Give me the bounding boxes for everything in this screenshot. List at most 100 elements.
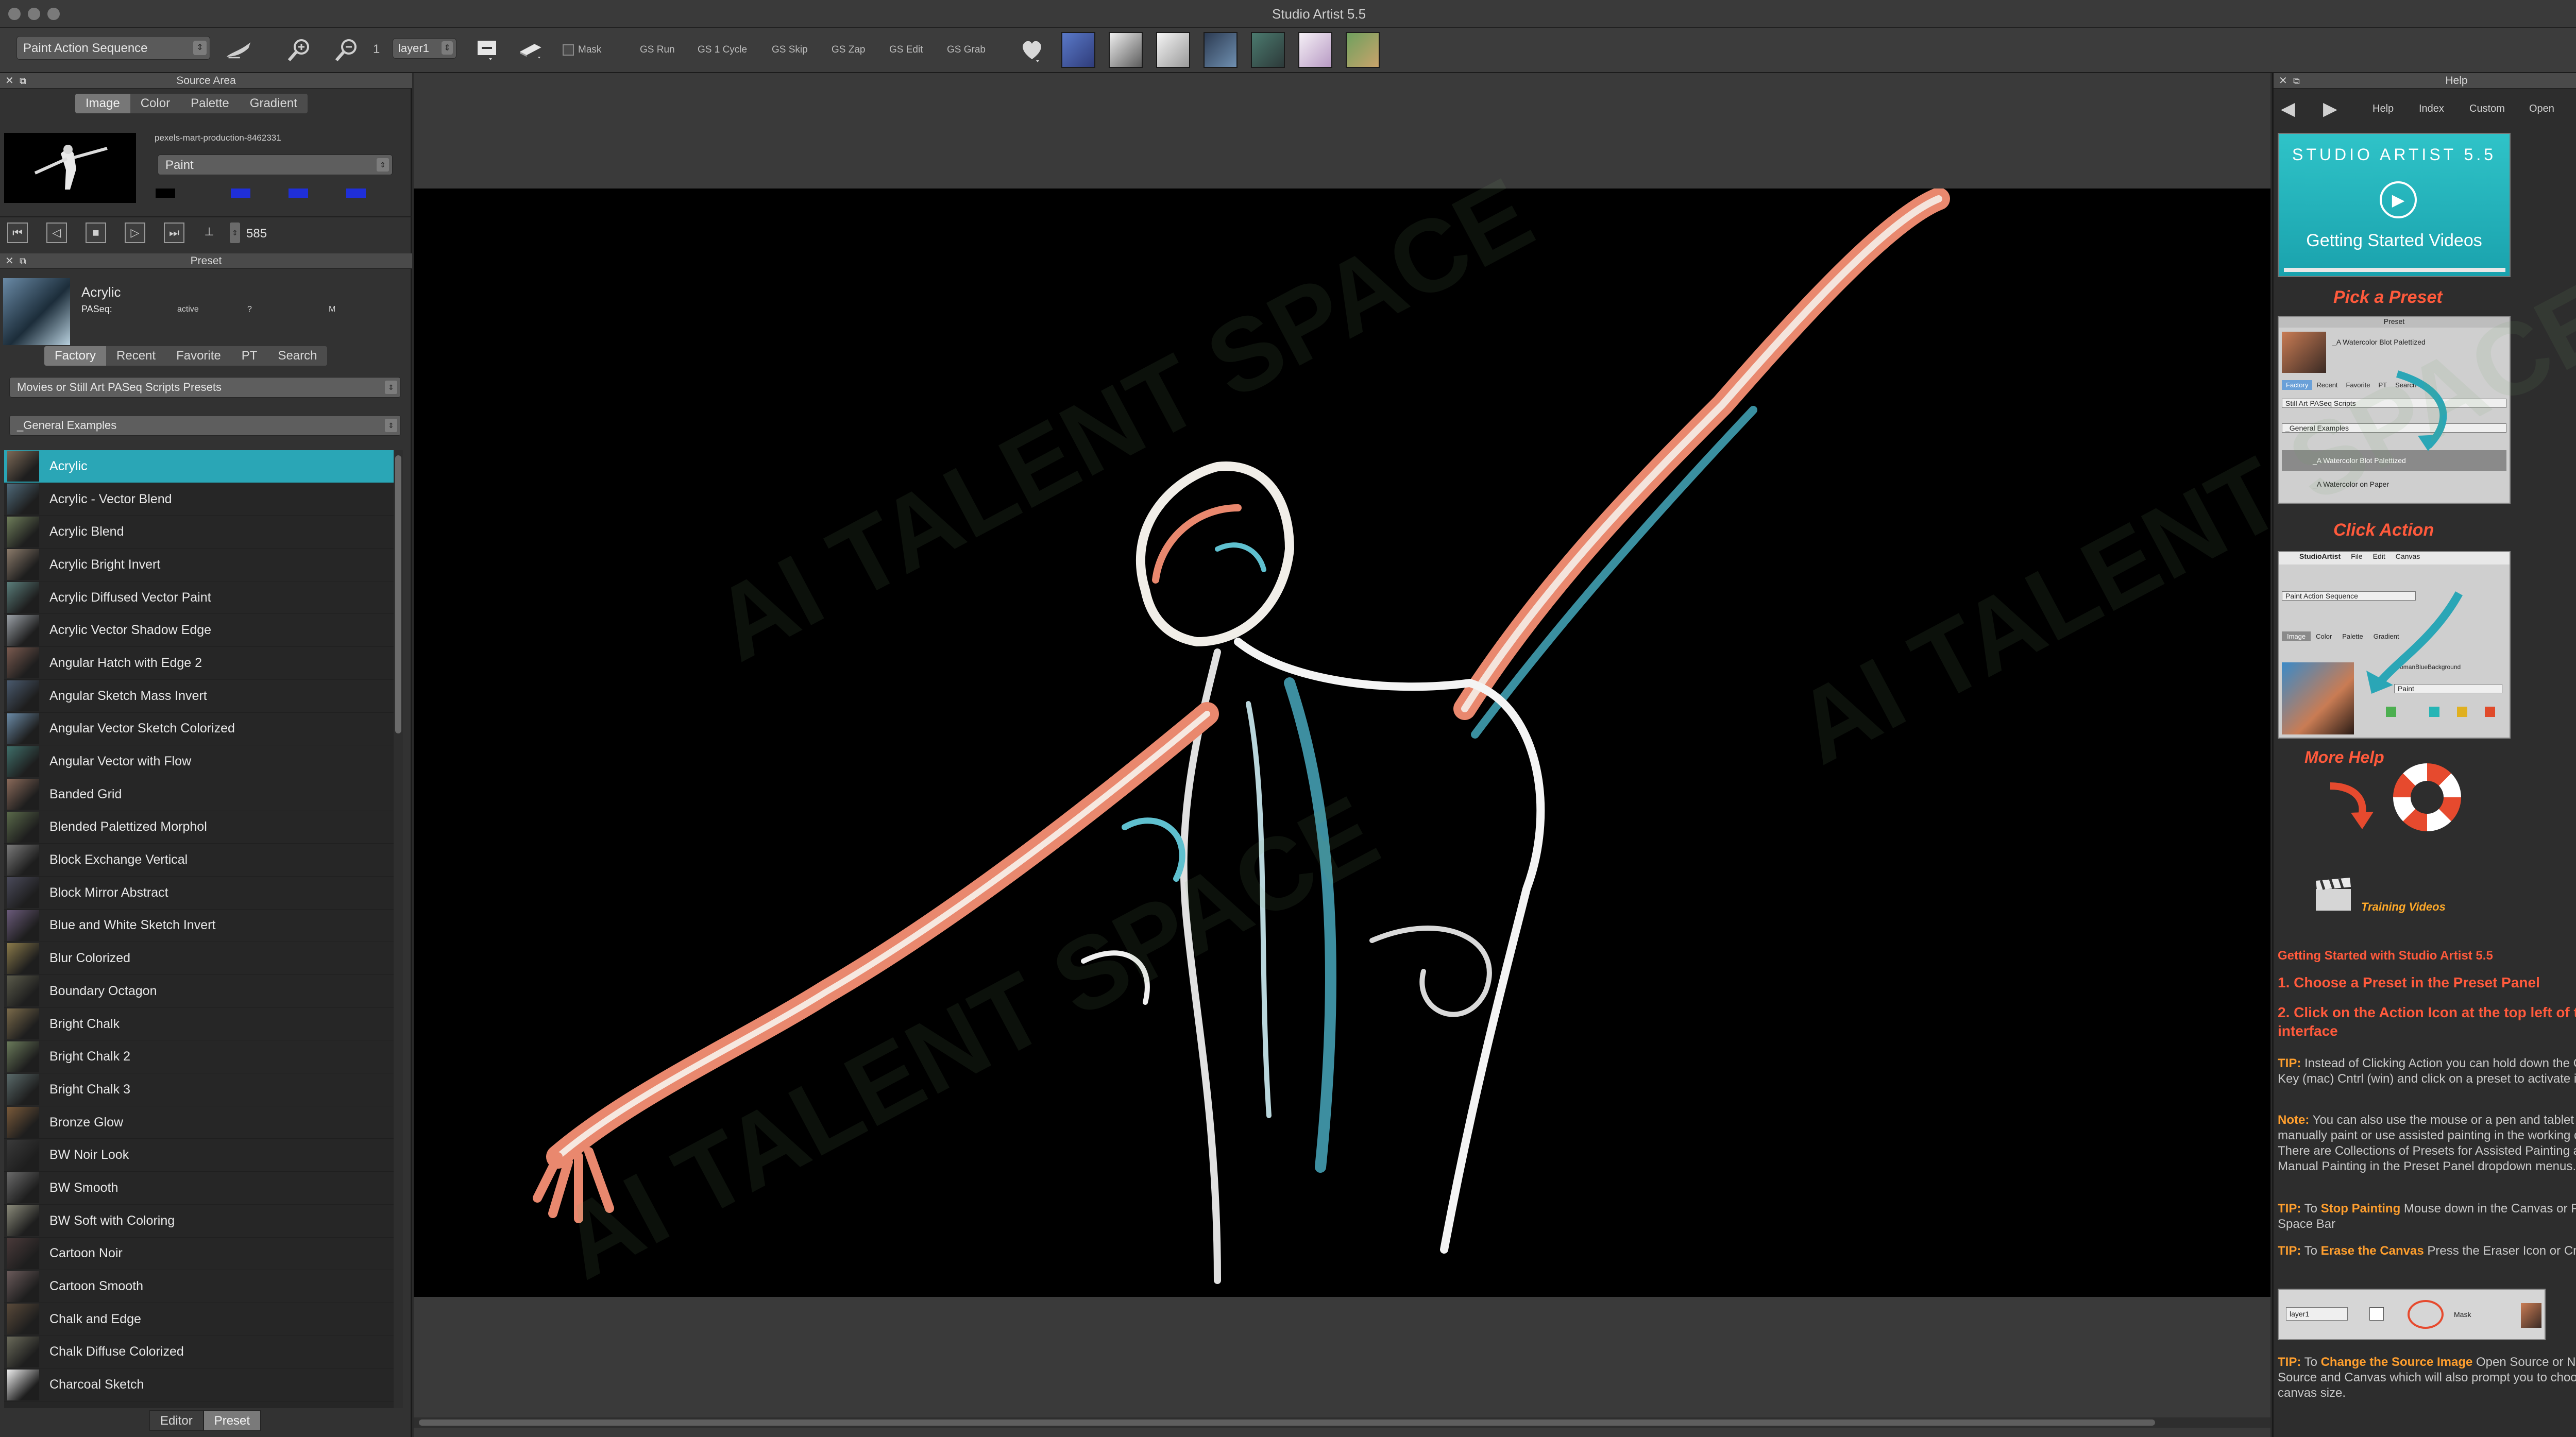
next-frame-icon[interactable]: ▷ [125,223,145,243]
zoom-out-icon[interactable] [334,37,360,63]
tab-favorite[interactable]: Favorite [166,346,231,366]
tab-preset[interactable]: Preset [203,1410,261,1431]
preset-list-item[interactable]: Block Exchange Vertical [4,844,394,877]
gs-run-button[interactable]: GS Run [640,44,675,56]
tab-palette[interactable]: Palette [180,94,240,113]
index-link[interactable]: Index [2419,103,2444,115]
preset-list-item[interactable]: Acrylic Diffused Vector Paint [4,581,394,614]
tab-image[interactable]: Image [75,94,130,113]
eraser-icon[interactable] [517,37,543,63]
tab-color[interactable]: Color [130,94,180,113]
preset-list-item[interactable]: Chalk Diffuse Colorized [4,1336,394,1369]
first-frame-icon[interactable]: ⏮ [7,223,28,243]
preset-list-item[interactable]: Blur Colorized [4,942,394,975]
preset-list-item[interactable]: Angular Vector with Flow [4,745,394,778]
gs-edit-button[interactable]: GS Edit [889,44,923,56]
open-link[interactable]: Open [2529,103,2554,115]
detach-icon[interactable]: ⧉ [20,73,26,89]
preset-list-item[interactable]: Bronze Glow [4,1106,394,1139]
color-swatch-1[interactable] [156,189,175,198]
gs-zap-button[interactable]: GS Zap [832,44,865,56]
gs-skip-button[interactable]: GS Skip [772,44,808,56]
scrollbar-thumb[interactable] [419,1419,2155,1426]
preset-list-item[interactable]: Cartoon Noir [4,1238,394,1271]
preset-list-scrollbar[interactable] [394,450,403,1408]
mask-toggle[interactable]: Mask [563,44,601,56]
gs-1-cycle-button[interactable]: GS 1 Cycle [698,44,747,56]
source-mode-select[interactable]: Paint ⇕ [158,155,393,175]
preset-list-item[interactable]: Acrylic Vector Shadow Edge [4,614,394,647]
paseq-m[interactable]: M [329,305,335,314]
recent-preset-thumb-1[interactable] [1061,32,1095,68]
training-videos-link[interactable]: Training Videos [2361,900,2446,914]
tab-gradient[interactable]: Gradient [240,94,308,113]
recent-preset-thumb-7[interactable] [1346,32,1380,68]
canvas-horizontal-scrollbar[interactable] [414,1417,2270,1428]
custom-link[interactable]: Custom [2469,103,2505,115]
preset-list-item[interactable]: Charcoal Sketch [4,1368,394,1401]
preset-list-item[interactable]: BW Soft with Coloring [4,1205,394,1238]
preset-list-item[interactable]: Blue and White Sketch Invert [4,910,394,943]
scrollbar-thumb[interactable] [395,455,401,733]
layer-options-icon[interactable] [474,37,500,63]
help-link[interactable]: Help [2372,103,2394,115]
play-icon[interactable]: ▶ [2380,181,2417,218]
gs-grab-button[interactable]: GS Grab [947,44,986,56]
action-select[interactable]: Paint Action Sequence ⇕ [16,36,210,60]
preset-list-item[interactable]: Chalk and Edge [4,1303,394,1336]
clapperboard-icon[interactable] [2314,877,2353,913]
tab-recent[interactable]: Recent [106,346,166,366]
preset-category-select[interactable]: Movies or Still Art PASeq Scripts Preset… [9,377,401,398]
paseq-help[interactable]: ? [247,305,252,314]
preset-list-item[interactable]: Angular Hatch with Edge 2 [4,647,394,680]
heart-icon[interactable] [1019,37,1045,63]
preset-list-item[interactable]: BW Smooth [4,1172,394,1205]
preset-list-item[interactable]: Block Mirror Abstract [4,877,394,910]
tab-editor[interactable]: Editor [149,1410,204,1431]
color-swatch-2[interactable] [231,189,250,198]
frame-stepper[interactable]: ⇕ [230,223,240,243]
stop-icon[interactable]: ■ [86,223,106,243]
preset-list-item[interactable]: Angular Sketch Mass Invert [4,680,394,713]
detach-icon[interactable]: ⧉ [20,253,26,269]
preset-list-item[interactable]: Bright Chalk 2 [4,1040,394,1074]
frame-step-icon[interactable]: ⊥ [199,223,219,243]
recent-preset-thumb-4[interactable] [1204,32,1238,68]
recent-preset-thumb-5[interactable] [1251,32,1285,68]
zoom-in-icon[interactable] [286,37,312,63]
tab-factory[interactable]: Factory [44,346,107,366]
preset-subcategory-select[interactable]: _General Examples ⇕ [9,415,401,436]
preset-list-item[interactable]: Acrylic Blend [4,516,394,549]
preset-list-item[interactable]: Banded Grid [4,778,394,811]
detach-icon[interactable]: ⧉ [2293,73,2300,89]
preset-list-item[interactable]: Angular Vector Sketch Colorized [4,713,394,746]
working-canvas[interactable] [414,189,2270,1297]
preset-list-item[interactable]: BW Noir Look [4,1139,394,1172]
preset-list-item[interactable]: Blended Palettized Morphol [4,811,394,844]
preset-list-item[interactable]: Acrylic Bright Invert [4,549,394,581]
back-arrow-icon[interactable]: ◀ [2281,98,2295,119]
preset-list-item[interactable]: Bright Chalk [4,1008,394,1041]
close-icon[interactable]: ✕ [5,73,14,89]
lifebuoy-icon[interactable] [2393,763,2461,831]
recent-preset-thumb-6[interactable] [1298,32,1332,68]
action-brush-icon[interactable] [226,37,251,63]
tab-pt[interactable]: PT [231,346,268,366]
close-icon[interactable]: ✕ [5,253,14,269]
color-swatch-4[interactable] [346,189,366,198]
preset-list-item[interactable]: Acrylic - Vector Blend [4,483,394,516]
previous-frame-icon[interactable]: ◁ [46,223,67,243]
getting-started-video[interactable]: STUDIO ARTIST 5.5 ▶ Getting Started Vide… [2278,133,2511,277]
layer-select[interactable]: layer1 ⇕ [393,38,456,59]
tab-search[interactable]: Search [267,346,327,366]
close-icon[interactable]: ✕ [2279,73,2287,89]
preset-list-item[interactable]: Cartoon Smooth [4,1270,394,1303]
color-swatch-3[interactable] [289,189,308,198]
preset-list-item[interactable]: Bright Chalk 3 [4,1073,394,1106]
forward-arrow-icon[interactable]: ▶ [2323,98,2337,119]
mask-checkbox[interactable] [563,44,574,56]
video-progress-bar[interactable] [2284,268,2505,272]
preset-list-item[interactable]: Acrylic [4,450,394,483]
recent-preset-thumb-3[interactable] [1156,32,1190,68]
recent-preset-thumb-2[interactable] [1109,32,1143,68]
